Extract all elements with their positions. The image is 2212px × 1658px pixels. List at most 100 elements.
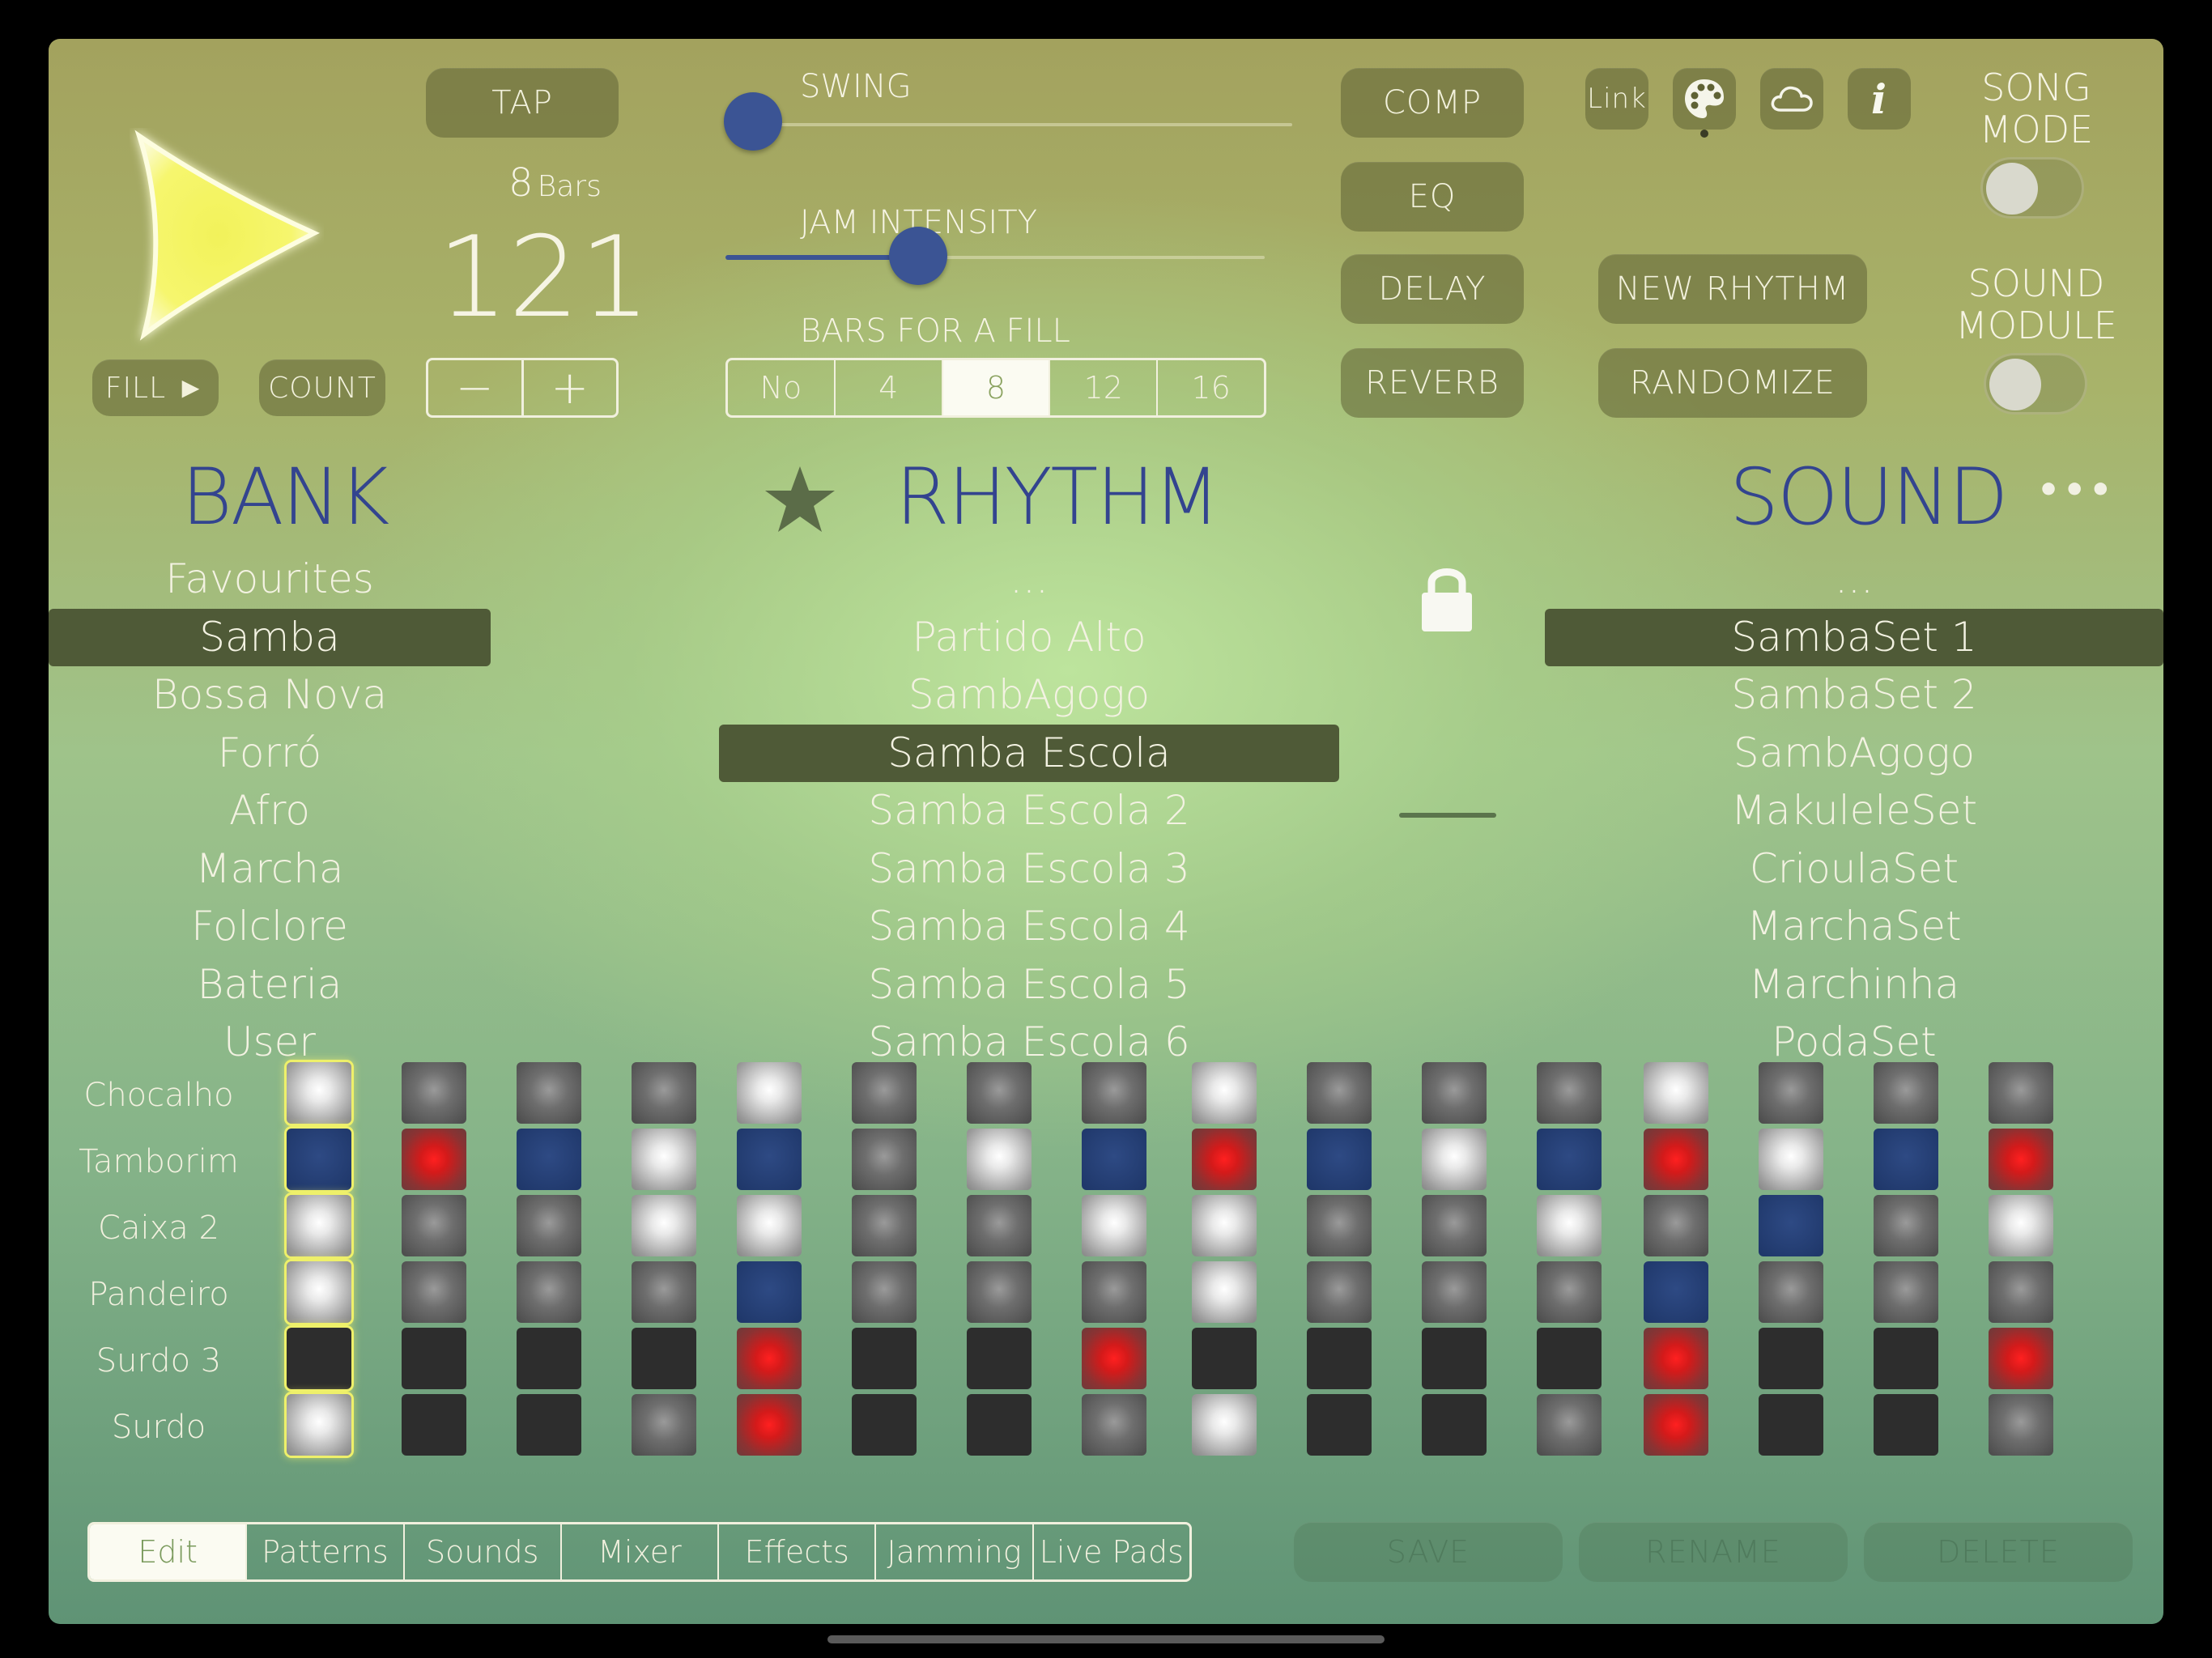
step-pad-tamborim-13[interactable] xyxy=(1644,1129,1708,1190)
favourite-star-button[interactable] xyxy=(759,460,840,541)
bars-fill-option-4[interactable]: 4 xyxy=(836,360,943,415)
tab-edit[interactable]: Edit xyxy=(90,1524,248,1579)
info-button[interactable]: i xyxy=(1848,68,1911,130)
bank-item-bossa-nova[interactable]: Bossa Nova xyxy=(49,666,491,725)
bank-item-bateria[interactable]: Bateria xyxy=(49,956,491,1014)
bars-fill-option-no[interactable]: No xyxy=(728,360,836,415)
step-pad-tamborim-11[interactable] xyxy=(1422,1129,1487,1190)
delay-button[interactable]: DELAY xyxy=(1341,254,1524,324)
step-pad-caixa-2-16[interactable] xyxy=(1989,1195,2053,1256)
step-pad-surdo-3-8[interactable] xyxy=(1082,1328,1146,1389)
swing-slider-knob[interactable] xyxy=(724,92,782,151)
bank-item-afro[interactable]: Afro xyxy=(49,782,491,840)
step-pad-pandeiro-7[interactable] xyxy=(967,1261,1032,1323)
sound-item-podaset[interactable]: PodaSet xyxy=(1545,1014,2163,1069)
step-pad-surdo-2[interactable] xyxy=(402,1394,466,1456)
reverb-button[interactable]: REVERB xyxy=(1341,348,1524,418)
step-pad-surdo-3-5[interactable] xyxy=(737,1328,802,1389)
step-pad-surdo-3-10[interactable] xyxy=(1307,1328,1372,1389)
step-pad-pandeiro-11[interactable] xyxy=(1422,1261,1487,1323)
tab-patterns[interactable]: Patterns xyxy=(247,1524,405,1579)
step-pad-pandeiro-12[interactable] xyxy=(1537,1261,1602,1323)
sound-item-crioulaset[interactable]: CrioulaSet xyxy=(1545,840,2163,899)
delete-button[interactable]: DELETE xyxy=(1864,1522,2133,1582)
step-pad-surdo-9[interactable] xyxy=(1192,1394,1257,1456)
count-button[interactable]: COUNT xyxy=(259,359,385,416)
rhythm-item-samba-escola[interactable]: Samba Escola xyxy=(719,724,1339,782)
step-pad-surdo-7[interactable] xyxy=(967,1394,1032,1456)
step-pad-surdo-3-13[interactable] xyxy=(1644,1328,1708,1389)
bank-item-user[interactable]: User xyxy=(49,1014,491,1069)
cloud-button[interactable] xyxy=(1760,68,1823,130)
song-mode-toggle[interactable] xyxy=(1980,157,2084,219)
step-pad-caixa-2-8[interactable] xyxy=(1082,1195,1146,1256)
step-pad-chocalho-13[interactable] xyxy=(1644,1062,1708,1124)
step-pad-chocalho-1[interactable] xyxy=(287,1062,351,1124)
sound-module-toggle[interactable] xyxy=(1984,353,2087,414)
tempo-increase-button[interactable]: + xyxy=(524,360,617,415)
bars-fill-option-16[interactable]: 16 xyxy=(1158,360,1264,415)
step-pad-surdo-3-7[interactable] xyxy=(967,1328,1032,1389)
sound-item-marchaset[interactable]: MarchaSet xyxy=(1545,898,2163,956)
step-pad-chocalho-3[interactable] xyxy=(517,1062,581,1124)
step-pad-chocalho-5[interactable] xyxy=(737,1062,802,1124)
tab-sounds[interactable]: Sounds xyxy=(405,1524,562,1579)
rhythm-item-samba-escola-4[interactable]: Samba Escola 4 xyxy=(719,898,1339,956)
step-pad-surdo-3-16[interactable] xyxy=(1989,1328,2053,1389)
fill-button[interactable]: FILL ► xyxy=(92,359,219,416)
step-pad-caixa-2-6[interactable] xyxy=(852,1195,917,1256)
step-pad-caixa-2-10[interactable] xyxy=(1307,1195,1372,1256)
step-pad-caixa-2-15[interactable] xyxy=(1874,1195,1938,1256)
step-pad-tamborim-14[interactable] xyxy=(1759,1129,1823,1190)
step-pad-surdo-4[interactable] xyxy=(632,1394,696,1456)
sound-item-sambaset-2[interactable]: SambaSet 2 xyxy=(1545,666,2163,725)
sound-item-makuleleset[interactable]: MakuleleSet xyxy=(1545,782,2163,840)
step-pad-pandeiro-2[interactable] xyxy=(402,1261,466,1323)
step-pad-pandeiro-13[interactable] xyxy=(1644,1261,1708,1323)
tab-jamming[interactable]: Jamming xyxy=(876,1524,1034,1579)
step-pad-caixa-2-11[interactable] xyxy=(1422,1195,1487,1256)
step-pad-pandeiro-6[interactable] xyxy=(852,1261,917,1323)
step-pad-surdo-13[interactable] xyxy=(1644,1394,1708,1456)
step-pad-pandeiro-5[interactable] xyxy=(737,1261,802,1323)
step-pad-tamborim-9[interactable] xyxy=(1192,1129,1257,1190)
step-pad-surdo-3-11[interactable] xyxy=(1422,1328,1487,1389)
step-pad-surdo-5[interactable] xyxy=(737,1394,802,1456)
tab-mixer[interactable]: Mixer xyxy=(562,1524,720,1579)
step-pad-surdo-16[interactable] xyxy=(1989,1394,2053,1456)
step-pad-pandeiro-14[interactable] xyxy=(1759,1261,1823,1323)
link-button[interactable]: Link xyxy=(1585,68,1648,130)
step-pad-caixa-2-1[interactable] xyxy=(287,1195,351,1256)
step-pad-chocalho-9[interactable] xyxy=(1192,1062,1257,1124)
step-pad-tamborim-4[interactable] xyxy=(632,1129,696,1190)
step-pad-chocalho-14[interactable] xyxy=(1759,1062,1823,1124)
step-pad-caixa-2-12[interactable] xyxy=(1537,1195,1602,1256)
bank-item-folclore[interactable]: Folclore xyxy=(49,898,491,956)
bank-item-marcha[interactable]: Marcha xyxy=(49,840,491,899)
step-pad-pandeiro-16[interactable] xyxy=(1989,1261,2053,1323)
step-pad-surdo-12[interactable] xyxy=(1537,1394,1602,1456)
step-pad-tamborim-1[interactable] xyxy=(287,1129,351,1190)
rhythm-item-samba-escola-6[interactable]: Samba Escola 6 xyxy=(719,1014,1339,1069)
step-pad-pandeiro-4[interactable] xyxy=(632,1261,696,1323)
step-pad-surdo-3-6[interactable] xyxy=(852,1328,917,1389)
rename-button[interactable]: RENAME xyxy=(1579,1522,1848,1582)
step-pad-surdo-3-12[interactable] xyxy=(1537,1328,1602,1389)
step-pad-surdo-3[interactable] xyxy=(517,1394,581,1456)
step-pad-pandeiro-15[interactable] xyxy=(1874,1261,1938,1323)
step-pad-surdo-15[interactable] xyxy=(1874,1394,1938,1456)
step-pad-tamborim-3[interactable] xyxy=(517,1129,581,1190)
step-pad-chocalho-2[interactable] xyxy=(402,1062,466,1124)
step-pad-caixa-2-14[interactable] xyxy=(1759,1195,1823,1256)
step-pad-surdo-6[interactable] xyxy=(852,1394,917,1456)
bars-fill-option-8[interactable]: 8 xyxy=(942,360,1051,415)
tab-live-pads[interactable]: Live Pads xyxy=(1034,1524,1189,1579)
step-pad-tamborim-6[interactable] xyxy=(852,1129,917,1190)
step-pad-caixa-2-7[interactable] xyxy=(967,1195,1032,1256)
step-pad-tamborim-16[interactable] xyxy=(1989,1129,2053,1190)
rhythm-item-samba-escola-5[interactable]: Samba Escola 5 xyxy=(719,956,1339,1014)
step-pad-caixa-2-3[interactable] xyxy=(517,1195,581,1256)
palette-button[interactable] xyxy=(1673,68,1736,130)
step-pad-surdo-3-3[interactable] xyxy=(517,1328,581,1389)
step-pad-surdo-3-9[interactable] xyxy=(1192,1328,1257,1389)
